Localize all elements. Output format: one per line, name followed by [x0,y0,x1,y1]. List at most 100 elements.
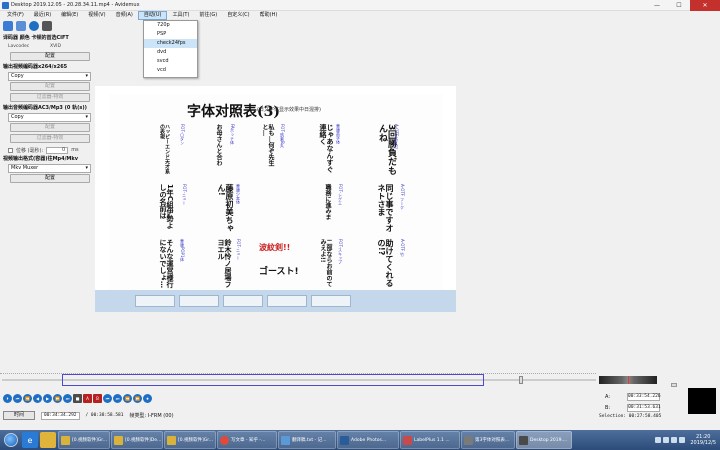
audio-output-title: 输出音频编码器AC3/Mp3 (0 轨(s)) [3,105,87,111]
doc-caption: FOT-ロダン [180,124,185,145]
doc-column: 二部ならお前のてみえよ!! [319,239,332,287]
folder-icon [167,435,176,445]
video-filters-button[interactable]: 过滤器-特效 [10,93,90,102]
notepad-icon [281,435,290,445]
window-title: Desktop 2019.12.05 - 20.28.34.11.mp4 - A… [11,2,140,8]
menu-audio[interactable]: 音频(A) [111,11,138,20]
taskbar-item[interactable]: 翻译稿.txt - 记... [278,431,336,449]
audio-codec-select[interactable]: Copy [8,113,91,122]
next-keyframe-icon[interactable]: ⏩ [133,394,142,403]
volume-icon[interactable] [679,437,686,443]
doc-subtitle: (日文字体显示效果中日混排) [257,107,321,113]
next-icon[interactable]: ⏭ [63,394,72,403]
volume-knob[interactable] [671,383,677,387]
explorer-icon[interactable] [40,432,56,448]
close-button[interactable]: ✕ [690,0,720,11]
taskbar-item-avidemux[interactable]: Desktop 2019.... [516,431,572,449]
goto-a-icon[interactable]: ⏮ [103,394,112,403]
save-icon[interactable] [16,21,26,31]
video-codec-select[interactable]: Copy [8,72,91,81]
shift-input[interactable]: 0 [46,146,69,154]
taskbar-item[interactable]: 第3字体对照表... [461,431,515,449]
decoder-config-button[interactable]: 配置 [10,52,90,61]
doc-stamp: 波紋剣!! [259,243,291,252]
decoder-section-title: 译码器 颜色 卡顿的首选CIFT [3,35,69,41]
taskbar-item[interactable]: [0.视频软件]Gr... [164,431,216,449]
set-b-marker-icon[interactable]: B [93,394,102,403]
total-time: / 00:38:58.581 [85,413,124,418]
menu-file[interactable]: 文件(F) [2,11,29,20]
system-tray: 21:20 2019/12/5 [654,430,720,450]
next-frame-icon[interactable]: ▶ [43,394,52,403]
menu-tools[interactable]: 工具(T) [167,11,194,20]
auto-menu-item-dvd[interactable]: dvd [144,48,197,57]
menu-go[interactable]: 前往(G) [194,11,222,20]
timeline-selection[interactable] [62,374,484,386]
shift-checkbox[interactable] [8,147,13,153]
goto-b-icon[interactable]: ⏭ [113,394,122,403]
format-config-button[interactable]: 配置 [10,174,90,183]
time-button[interactable]: 时间 [3,411,35,420]
preview-document: 字体对照表(3) (日文字体显示效果中日混排) 3回勝負だもんね A-OTF 新… [109,94,443,292]
menu-auto[interactable]: 自动(U) [137,11,168,20]
doc-column: 藤原初美ちゃん! [217,184,234,232]
menu-custom[interactable]: 自定义(C) [222,11,254,20]
a-marker-value[interactable]: 00:33:54.226 [627,393,661,401]
taskbar-item[interactable]: [0.视频软件]De... [111,431,163,449]
info-icon[interactable] [29,21,39,31]
timeline-thumb[interactable] [519,376,523,384]
preview-taskbar-item [135,295,175,307]
tray-icon[interactable] [655,437,662,443]
image-viewer-icon [464,435,473,445]
tray-icon[interactable] [663,437,670,443]
play-icon[interactable]: ⏵ [3,394,12,403]
taskbar-item[interactable]: LabelPlus 1.1 ... [400,431,460,449]
record-icon[interactable]: ⏺ [143,394,152,403]
start-button[interactable] [0,430,22,450]
doc-column: お母さんと合わ [215,124,222,166]
b-marker-value[interactable]: 00:31:53.631 [627,404,661,412]
minimize-button[interactable]: — [646,0,668,11]
doc-column: ハッピーエンド天才系の表現 [159,124,170,174]
volume-marker [628,376,629,384]
set-a-marker-icon[interactable]: A [83,394,92,403]
network-icon[interactable] [671,437,678,443]
previous-icon[interactable]: ⏮ [13,394,22,403]
current-time-field[interactable]: 00:34:34.292 [41,411,80,420]
stop-icon[interactable]: ■ [73,394,82,403]
calculator-icon[interactable] [42,21,52,31]
format-select[interactable]: Mkv Muxer [8,164,91,173]
menu-recent[interactable]: 最近(R) [29,11,56,20]
open-file-icon[interactable] [3,21,13,31]
auto-menu-item-720p[interactable]: 720p [144,21,197,30]
menu-help[interactable]: 帮助(H) [255,11,283,20]
menu-view[interactable]: 视频(V) [83,11,110,20]
prev-frame-icon[interactable]: ◀ [33,394,42,403]
maximize-button[interactable]: ☐ [668,0,690,11]
prev-keyframe-icon[interactable]: ⏪ [123,394,132,403]
audio-config-button[interactable]: 配置 [10,123,90,132]
rewind-icon[interactable]: ⏪ [23,394,32,403]
avidemux-icon [519,435,528,445]
volume-slider[interactable] [671,375,679,415]
doc-column: そんな運営様行にないでしょ… [159,239,174,288]
video-config-button[interactable]: 配置 [10,82,90,91]
auto-menu-item-vcd[interactable]: vcd [144,66,197,75]
doc-column: 助けてくれるの!? [377,239,394,287]
auto-menu-item-check24fps[interactable]: check24fps [144,39,197,48]
taskbar-item[interactable]: [0.视频软件]Gr... [58,431,110,449]
doc-caption: FOT-レゲエ [338,184,343,205]
taskbar-item[interactable]: 写文章 - 知乎 -... [217,431,277,449]
audio-filters-button[interactable]: 过滤器-特效 [10,134,90,143]
decoder-row: Lavcodec XVID [0,43,95,51]
doc-column: 職務に進みま [324,184,331,220]
left-panel: 译码器 颜色 卡顿的首选CIFT Lavcodec XVID 配置 输出视频编码… [0,34,95,394]
auto-menu-item-psp[interactable]: PSP [144,30,197,39]
ie-icon[interactable]: e [22,432,38,448]
forward-icon[interactable]: ⏩ [53,394,62,403]
taskbar-item[interactable]: Adobe Photos... [337,431,399,449]
clock-date: 2019/12/5 [690,440,716,446]
auto-menu-item-svcd[interactable]: svcd [144,57,197,66]
menu-edit[interactable]: 编辑(E) [56,11,83,20]
clock[interactable]: 21:20 2019/12/5 [686,434,720,446]
